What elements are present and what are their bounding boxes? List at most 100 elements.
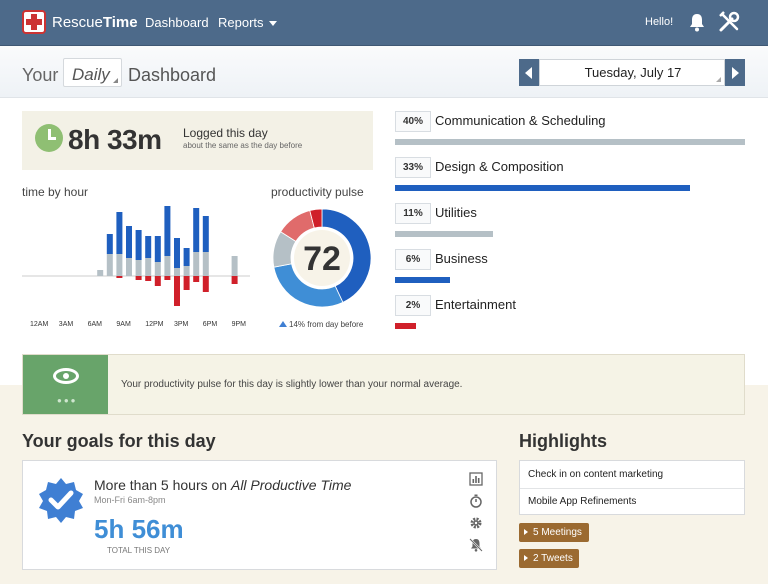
hour-bar-productive[interactable] — [164, 206, 171, 256]
category-percent: 2% — [395, 295, 431, 316]
category-name[interactable]: Design & Composition — [435, 159, 564, 174]
hour-bar-productive[interactable] — [154, 236, 161, 262]
time-logged-comparison: about the same as the day before — [183, 141, 303, 150]
rescuetime-logo-icon[interactable] — [22, 10, 46, 34]
hour-bar-neutral[interactable] — [202, 252, 209, 276]
category-name[interactable]: Entertainment — [435, 297, 516, 312]
hour-bar-distracting[interactable] — [183, 276, 190, 290]
hour-tick-label: 3AM — [58, 321, 74, 328]
checkmark-badge-icon — [39, 478, 83, 523]
time-logged-value: 8h 33m — [68, 124, 162, 155]
hour-bar-distracting[interactable] — [145, 276, 152, 281]
category-percent: 33% — [395, 157, 431, 178]
hour-bar-neutral[interactable] — [97, 270, 104, 276]
previous-date-button[interactable] — [519, 59, 539, 86]
hour-bar-neutral[interactable] — [193, 252, 200, 276]
category-row[interactable]: 2% Entertainment — [395, 295, 745, 335]
hour-bar-distracting[interactable] — [135, 276, 142, 280]
hour-tick-label: 9AM — [116, 321, 131, 328]
gear-icon[interactable] — [469, 516, 483, 530]
hour-bar-productive[interactable] — [135, 230, 142, 260]
goal-time-value: 5h 56m — [94, 514, 184, 544]
category-name[interactable]: Business — [435, 251, 488, 266]
user-greeting[interactable]: Hello! — [645, 16, 673, 28]
highlight-item[interactable]: Check in on content marketing — [528, 469, 663, 480]
category-row[interactable]: 33% Design & Composition — [395, 157, 745, 197]
hour-bar-distracting[interactable] — [116, 276, 123, 278]
hour-bar-neutral[interactable] — [154, 262, 161, 276]
title-suffix: Dashboard — [128, 65, 217, 85]
divider — [520, 488, 744, 489]
hour-bar-productive[interactable] — [174, 238, 180, 268]
tweets-highlight-button[interactable]: 2 Tweets — [519, 549, 579, 568]
hour-bar-productive[interactable] — [116, 212, 123, 254]
nav-reports-label: Reports — [218, 15, 264, 30]
category-name[interactable]: Utilities — [435, 205, 477, 220]
pager-dots-icon: ●●● — [57, 396, 78, 405]
productivity-insight-banner[interactable]: ●●● Your productivity pulse for this day… — [22, 354, 745, 415]
settings-tools-icon[interactable] — [718, 11, 740, 33]
hour-bar-productive[interactable] — [193, 208, 200, 252]
category-bar — [395, 231, 493, 237]
hour-bar-neutral[interactable] — [164, 256, 171, 276]
nav-reports-menu[interactable]: Reports — [218, 15, 277, 30]
hour-tick-label: 9PM — [231, 321, 246, 328]
hour-bar-neutral[interactable] — [231, 256, 238, 276]
goals-heading: Your goals for this day — [22, 431, 216, 451]
chevron-down-icon — [268, 21, 277, 27]
category-row[interactable]: 40% Communication & Scheduling — [395, 111, 745, 151]
clock-icon — [35, 124, 63, 152]
hour-bar-distracting[interactable] — [174, 276, 180, 306]
hour-bar-productive[interactable] — [145, 236, 152, 258]
hour-bar-productive[interactable] — [106, 234, 113, 254]
productivity-pulse-change: 14% from day before — [279, 320, 363, 329]
title-prefix: Your — [22, 65, 59, 85]
hour-bar-distracting[interactable] — [231, 276, 238, 284]
period-select[interactable]: Daily — [63, 58, 122, 87]
top-nav: RescueTime Dashboard Reports Hello! — [0, 0, 768, 46]
time-logged-summary: 8h 33m Logged this day about the same as… — [22, 111, 373, 170]
goal-card[interactable]: More than 5 hours on All Productive Time… — [22, 460, 497, 570]
hour-tick-label: 12AM — [30, 321, 49, 328]
insight-icon-panel: ●●● — [23, 355, 108, 414]
category-row[interactable]: 6% Business — [395, 249, 745, 289]
meetings-highlight-button[interactable]: 5 Meetings — [519, 523, 589, 542]
hour-bar-distracting[interactable] — [164, 276, 171, 280]
category-percent: 11% — [395, 203, 431, 224]
hour-tick-label: 12PM — [145, 321, 164, 328]
category-row[interactable]: 11% Utilities — [395, 203, 745, 243]
category-bar — [395, 323, 416, 329]
period-select-value: Daily — [72, 65, 110, 84]
hour-bar-neutral[interactable] — [174, 268, 180, 276]
time-logged-label: Logged this day — [183, 126, 268, 140]
eye-icon — [53, 368, 79, 384]
arrow-up-icon — [279, 321, 287, 327]
bell-icon[interactable] — [688, 12, 706, 32]
hour-tick-label: 6PM — [202, 321, 218, 328]
category-name[interactable]: Communication & Scheduling — [435, 113, 606, 128]
highlight-item[interactable]: Mobile App Refinements — [528, 496, 636, 507]
app-logo-text[interactable]: RescueTime — [52, 14, 138, 31]
hour-bar-productive[interactable] — [126, 226, 132, 258]
bell-muted-icon[interactable] — [469, 538, 483, 552]
date-picker[interactable]: Tuesday, July 17 — [539, 59, 725, 86]
hour-bar-distracting[interactable] — [193, 276, 200, 282]
hour-bar-neutral[interactable] — [106, 254, 113, 276]
productivity-pulse-title: productivity pulse — [271, 185, 364, 199]
hour-bar-neutral[interactable] — [145, 258, 152, 276]
next-date-button[interactable] — [725, 59, 745, 86]
nav-dashboard-link[interactable]: Dashboard — [145, 15, 209, 30]
bar-chart-icon[interactable] — [469, 472, 483, 486]
hour-bar-neutral[interactable] — [183, 266, 190, 276]
hour-bar-productive[interactable] — [202, 216, 209, 252]
hour-bar-productive[interactable] — [183, 248, 190, 266]
hour-bar-distracting[interactable] — [154, 276, 161, 286]
time-by-hour-chart[interactable] — [22, 198, 250, 318]
hour-bar-neutral[interactable] — [126, 258, 132, 276]
productivity-pulse-score: 72 — [303, 240, 341, 278]
stopwatch-icon[interactable] — [469, 494, 483, 508]
hour-bar-neutral[interactable] — [116, 254, 123, 276]
hour-bar-distracting[interactable] — [202, 276, 209, 292]
goal-total-label: TOTAL THIS DAY — [107, 546, 171, 555]
hour-bar-neutral[interactable] — [135, 260, 142, 276]
